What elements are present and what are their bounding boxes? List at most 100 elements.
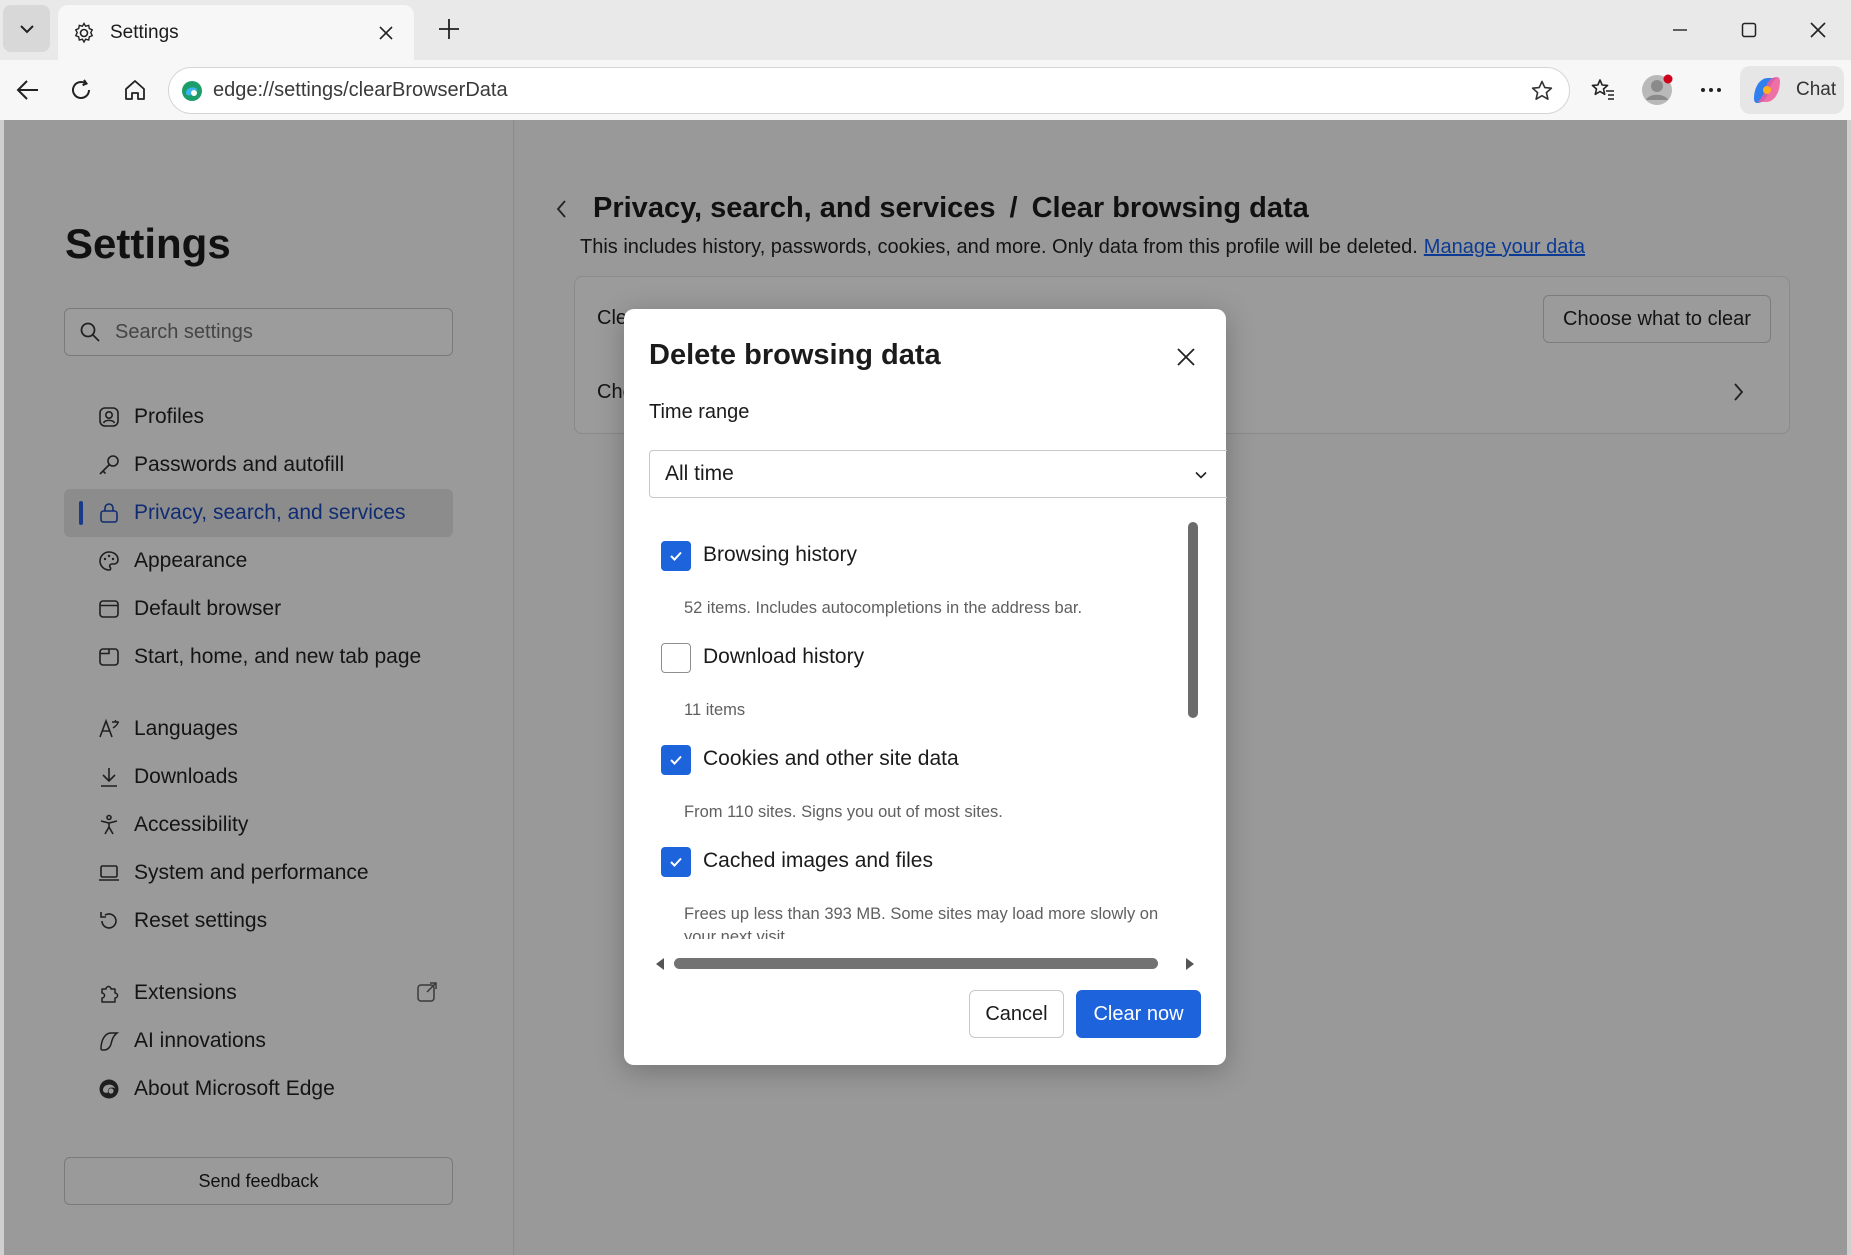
download-icon [96,764,122,790]
minimize-icon [1673,29,1687,31]
close-icon [379,25,393,40]
edge-logo-icon [96,1076,122,1102]
back-button[interactable] [5,67,51,113]
manage-data-link[interactable]: Manage your data [1424,236,1585,258]
cached-images-checkbox[interactable] [661,847,691,877]
sidebar-item-appearance[interactable]: Appearance [64,537,453,585]
address-bar[interactable]: edge://settings/clearBrowserData [168,67,1570,114]
sidebar-item-label: About Microsoft Edge [134,1077,335,1100]
checkmark-icon [670,551,682,561]
description-text: This includes history, passwords, cookie… [580,236,1418,258]
sidebar-item-label: Profiles [134,405,205,428]
copilot-chat-button[interactable]: Chat [1740,66,1844,114]
minimize-button[interactable] [1650,8,1710,52]
download-history-checkbox[interactable] [661,643,691,673]
sidebar-item-label: AI innovations [134,1029,266,1052]
option-label: Cookies and other site data [703,747,959,770]
tab-close-button[interactable] [372,19,400,47]
sidebar-item-extensions[interactable]: Extensions [64,969,453,1017]
external-link-icon [415,980,439,1009]
vertical-scrollbar-thumb[interactable] [1188,522,1198,718]
cancel-button[interactable]: Cancel [969,990,1064,1038]
send-feedback-button[interactable]: Send feedback [64,1157,453,1205]
more-menu-button[interactable] [1688,67,1734,113]
lock-icon [96,500,122,526]
new-tab-button[interactable] [430,10,468,48]
favorites-button[interactable] [1580,67,1626,113]
search-icon [80,322,100,342]
sidebar-item-about[interactable]: About Microsoft Edge [64,1065,453,1113]
star-icon [1531,80,1553,100]
scroll-left-arrow-icon[interactable] [654,958,666,970]
arrow-left-icon [16,80,38,100]
option-description: Frees up less than 393 MB. Some sites ma… [684,905,1159,939]
dialog-close-button[interactable] [1168,339,1204,375]
sidebar-item-start-home[interactable]: Start, home, and new tab page [64,633,453,681]
gear-icon [74,21,94,43]
back-chevron-button[interactable] [549,194,573,224]
settings-heading: Settings [65,220,231,267]
sidebar-item-passwords[interactable]: Passwords and autofill [64,441,453,489]
chevron-right-icon[interactable] [1727,377,1751,407]
scroll-right-arrow-icon[interactable] [1184,958,1196,970]
sidebar-item-accessibility[interactable]: Accessibility [64,801,453,849]
refresh-icon [72,79,90,99]
option-description: 52 items. Includes autocompletions in th… [684,599,1083,617]
horizontal-scrollbar-thumb[interactable] [674,958,1158,969]
choose-what-to-clear-button[interactable]: Choose what to clear [1543,295,1771,343]
tab-strip: Settings [0,0,1851,60]
clear-now-button[interactable]: Clear now [1076,990,1201,1038]
time-range-value: All time [665,462,734,485]
close-icon [1177,348,1195,366]
chat-label: Chat [1796,79,1837,100]
avatar-icon [1642,74,1673,105]
sidebar-item-label: Passwords and autofill [134,453,345,476]
search-settings-input[interactable]: Search settings [64,308,453,356]
cookies-checkbox[interactable] [661,745,691,775]
sidebar-item-system[interactable]: System and performance [64,849,453,897]
refresh-button[interactable] [58,67,104,113]
browsing-history-checkbox[interactable] [661,541,691,571]
profile-button[interactable] [1634,67,1680,113]
sidebar-item-label: Accessibility [134,813,249,836]
option-label: Cached images and files [703,849,933,872]
sidebar-item-profiles[interactable]: Profiles [64,393,453,441]
browser-icon [96,596,122,622]
option-label: Download history [703,645,865,668]
search-placeholder: Search settings [115,320,253,343]
chevron-down-icon [1189,463,1213,487]
sidebar-item-label: System and performance [134,861,369,884]
copilot-icon [1754,77,1780,103]
time-range-label: Time range [649,401,750,423]
sidebar-item-ai-innovations[interactable]: AI innovations [64,1017,453,1065]
settings-sidebar: Settings Search settings Profiles Passwo… [4,120,514,1255]
sidebar-item-default-browser[interactable]: Default browser [64,585,453,633]
horizontal-scrollbar[interactable] [654,956,1196,972]
accessibility-icon [96,812,122,838]
profile-icon [96,404,122,430]
url-text: edge://settings/clearBrowserData [213,79,508,101]
breadcrumb-parent[interactable]: Privacy, search, and services [593,192,996,225]
home-button[interactable] [112,67,158,113]
tab-actions-menu-button[interactable] [3,5,50,52]
delete-browsing-data-dialog: Delete browsing data Time range All time… [624,309,1227,1065]
time-range-select[interactable]: All time [649,450,1227,498]
tab-settings[interactable]: Settings [58,5,414,60]
tab-title: Settings [110,21,179,43]
sidebar-item-downloads[interactable]: Downloads [64,753,453,801]
add-favorite-button[interactable] [1525,74,1559,108]
sidebar-item-label: Downloads [134,765,238,788]
laptop-icon [96,860,122,886]
sidebar-item-privacy[interactable]: Privacy, search, and services [64,489,453,537]
plus-icon [439,19,459,39]
close-window-button[interactable] [1788,8,1848,52]
chevron-left-icon [556,199,566,218]
languages-icon [96,716,122,742]
sidebar-item-label: Appearance [134,549,248,572]
sidebar-item-label: Reset settings [134,909,268,932]
maximize-button[interactable] [1719,8,1779,52]
maximize-icon [1741,22,1757,38]
option-label: Browsing history [703,543,858,566]
sidebar-item-reset[interactable]: Reset settings [64,897,453,945]
sidebar-item-languages[interactable]: Languages [64,705,453,753]
